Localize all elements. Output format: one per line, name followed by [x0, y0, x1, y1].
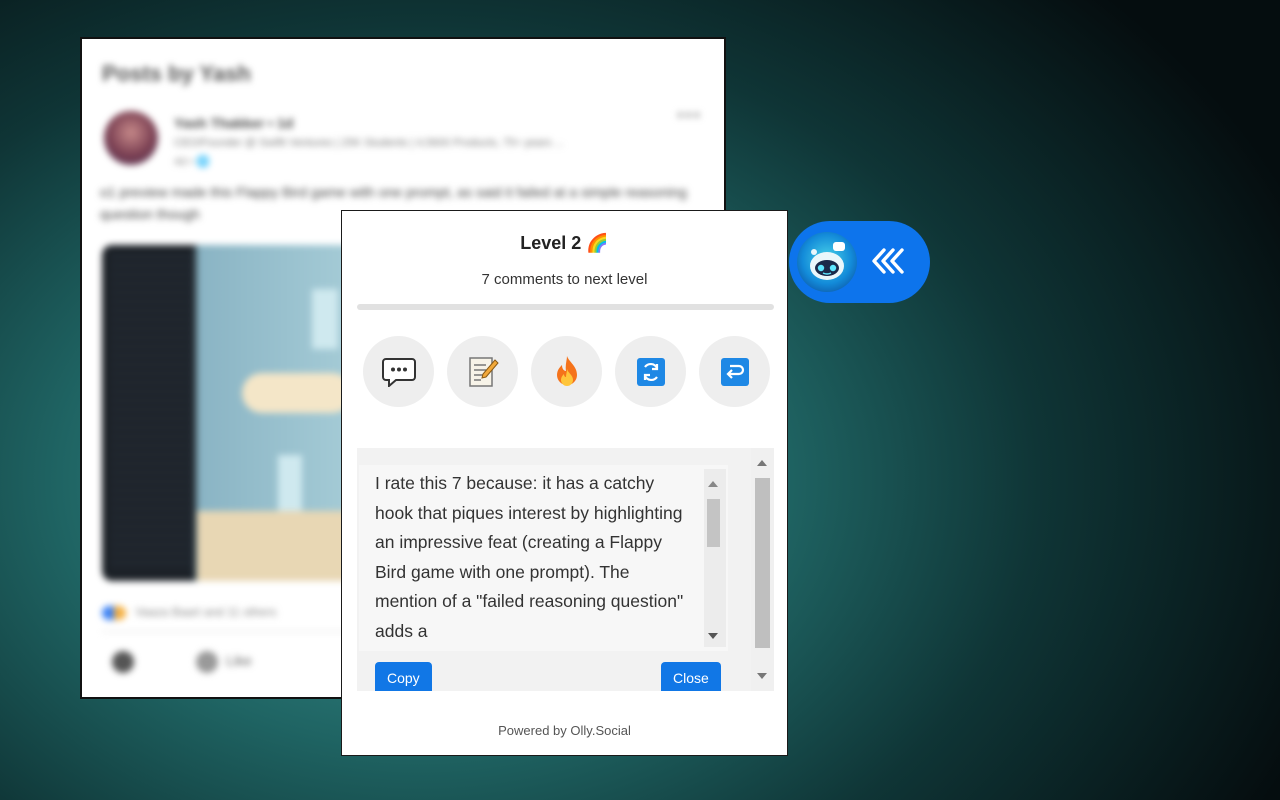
collapse-chevrons-icon — [871, 247, 907, 282]
return-arrow-icon — [720, 357, 749, 386]
level-title: Level 2 🌈 — [520, 233, 609, 253]
panel-scroll-thumb[interactable] — [755, 478, 770, 648]
author-avatar — [104, 111, 158, 165]
post-meta: 4d • 🌐 — [174, 156, 210, 168]
copy-button[interactable]: Copy — [375, 662, 432, 691]
olly-toggle-button[interactable] — [789, 221, 930, 303]
response-scroll-thumb[interactable] — [707, 499, 720, 547]
panel-scrollbar[interactable] — [751, 448, 774, 691]
level-progress-text: 7 comments to next level — [481, 271, 648, 288]
panel-scroll-up-arrow-icon[interactable] — [757, 460, 767, 466]
reaction-picker — [112, 651, 142, 673]
response-text: I rate this 7 because: it has a catchy h… — [375, 473, 684, 641]
fire-icon — [556, 355, 577, 386]
action-buttons — [363, 336, 770, 407]
powered-by-text: Powered by Olly.Social — [498, 723, 631, 738]
post-section-title: Posts by Yash — [102, 61, 251, 86]
like-label: Like — [226, 652, 252, 669]
robot-avatar-icon — [797, 232, 857, 292]
robot-face-icon — [810, 242, 845, 280]
more-options-icon: ••• — [677, 105, 702, 125]
reply-button[interactable] — [699, 336, 770, 407]
post-author: Yash Thakker • 1d — [174, 115, 294, 131]
response-text-box[interactable]: I rate this 7 because: it has a catchy h… — [359, 465, 728, 651]
write-post-button[interactable] — [447, 336, 518, 407]
panel-scroll-down-arrow-icon[interactable] — [757, 673, 767, 679]
scroll-down-arrow-icon[interactable] — [708, 633, 718, 639]
memo-icon — [468, 356, 499, 387]
like-action: Like — [196, 651, 252, 673]
close-button[interactable]: Close — [661, 662, 721, 691]
comment-button[interactable] — [363, 336, 434, 407]
hot-take-button[interactable] — [531, 336, 602, 407]
response-panel: I rate this 7 because: it has a catchy h… — [357, 448, 774, 691]
scroll-up-arrow-icon[interactable] — [708, 481, 718, 487]
level-progress-bar — [357, 304, 774, 310]
post-actions: Like — [112, 651, 252, 673]
reaction-icons — [102, 605, 126, 620]
code-editor-thumbnail — [110, 255, 192, 571]
regenerate-button[interactable] — [615, 336, 686, 407]
like-icon — [196, 651, 218, 673]
user-reaction-icon — [112, 651, 134, 673]
game-cloud — [242, 373, 352, 413]
reactions-text: Vaaza Baart and 11 others — [135, 605, 277, 619]
refresh-icon — [636, 357, 665, 386]
post-author-headline: CEO/Founder @ Swiftt Ventures | 25K Stud… — [174, 137, 564, 149]
olly-popup: Level 2 🌈 7 comments to next level I rat… — [341, 210, 788, 756]
post-reactions: Vaaza Baart and 11 others — [102, 605, 276, 620]
response-scrollbar[interactable] — [704, 469, 726, 647]
game-pipe — [312, 289, 338, 349]
speech-balloon-icon — [381, 357, 416, 387]
